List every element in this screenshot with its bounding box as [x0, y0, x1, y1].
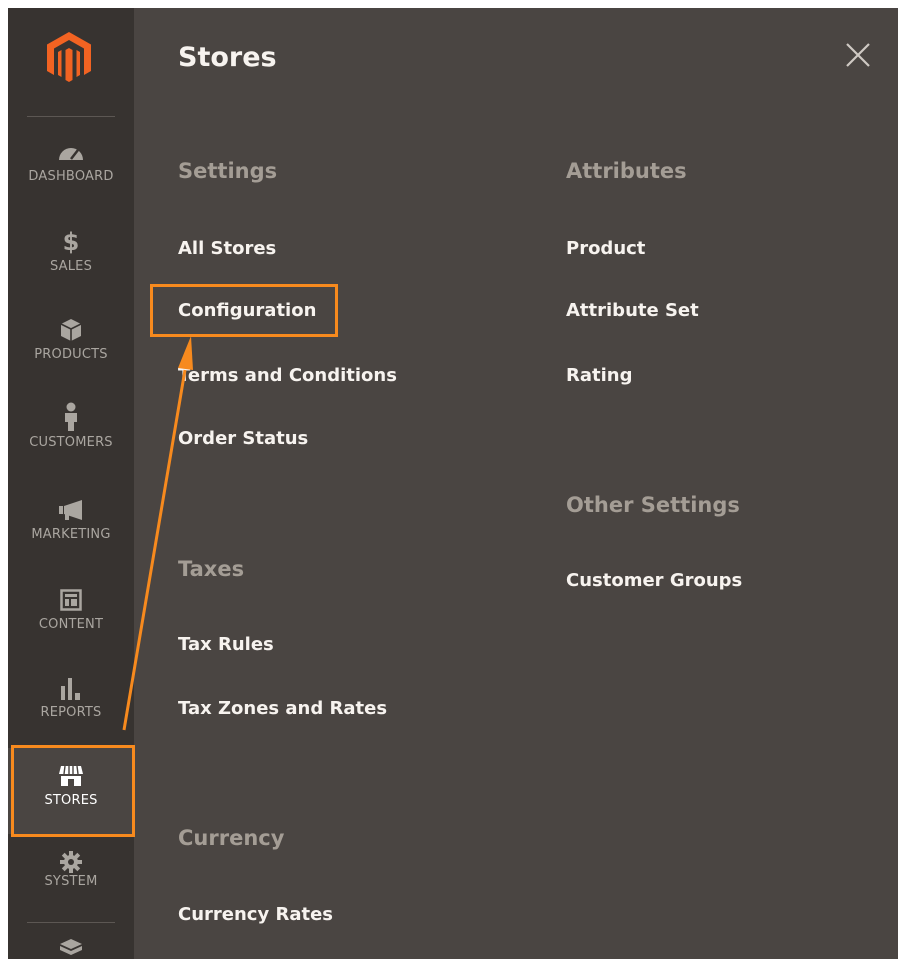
tax-zones-and-rates-link[interactable]: Tax Zones and Rates	[178, 698, 387, 719]
sidebar-item-label: CONTENT	[38, 617, 104, 632]
sidebar-item-label: CUSTOMERS	[29, 435, 113, 450]
megaphone-icon	[8, 498, 134, 522]
magento-logo-icon[interactable]	[44, 30, 94, 86]
sidebar-item-customers[interactable]: CUSTOMERS	[8, 390, 134, 476]
bar-chart-icon	[8, 676, 134, 700]
sidebar-item-dashboard[interactable]: DASHBOARD	[8, 124, 134, 210]
admin-sidebar: DASHBOARD $ SALES PRODUCTS CUSTOMERS MAR…	[8, 8, 135, 959]
taxes-heading: Taxes	[178, 557, 245, 581]
tax-rules-link[interactable]: Tax Rules	[178, 634, 274, 655]
sidebar-item-label: SALES	[49, 259, 93, 274]
currency-heading: Currency	[178, 826, 285, 850]
sidebar-divider	[27, 116, 115, 117]
layout-icon	[8, 588, 134, 612]
currency-rates-link[interactable]: Currency Rates	[178, 904, 333, 925]
sidebar-item-label: REPORTS	[40, 705, 102, 720]
gear-icon	[8, 850, 134, 874]
order-status-link[interactable]: Order Status	[178, 428, 308, 449]
attribute-set-link[interactable]: Attribute Set	[566, 300, 699, 321]
sidebar-divider	[27, 922, 115, 923]
stores-highlight-box	[11, 745, 135, 837]
other-settings-heading: Other Settings	[566, 493, 740, 517]
bricks-icon	[8, 936, 134, 959]
customer-groups-link[interactable]: Customer Groups	[566, 570, 742, 591]
sidebar-item-sales[interactable]: $ SALES	[8, 214, 134, 300]
panel-title: Stores	[178, 42, 277, 73]
dollar-icon: $	[62, 228, 80, 256]
settings-heading: Settings	[178, 159, 278, 183]
annotation-arrow	[122, 336, 193, 731]
admin-frame: DASHBOARD $ SALES PRODUCTS CUSTOMERS MAR…	[8, 8, 898, 959]
sidebar-item-system[interactable]: SYSTEM	[8, 840, 134, 926]
sidebar-item-label: DASHBOARD	[28, 169, 114, 184]
all-stores-link[interactable]: All Stores	[178, 238, 276, 259]
sidebar-item-label: PRODUCTS	[34, 347, 108, 362]
sidebar-item-label: MARKETING	[31, 527, 111, 542]
sidebar-item-extensions[interactable]	[8, 928, 134, 959]
sidebar-item-content[interactable]: CONTENT	[8, 572, 134, 658]
terms-and-conditions-link[interactable]: Terms and Conditions	[178, 365, 397, 386]
product-link[interactable]: Product	[566, 238, 645, 259]
dashboard-icon	[8, 140, 134, 164]
configuration-link[interactable]: Configuration	[178, 300, 316, 321]
person-icon	[8, 402, 134, 432]
attributes-heading: Attributes	[566, 159, 687, 183]
sidebar-item-products[interactable]: PRODUCTS	[8, 302, 134, 388]
sidebar-item-marketing[interactable]: MARKETING	[8, 482, 134, 568]
cube-icon	[8, 318, 134, 342]
close-icon[interactable]	[844, 41, 872, 69]
sidebar-item-label: SYSTEM	[44, 874, 98, 889]
rating-link[interactable]: Rating	[566, 365, 632, 386]
sidebar-item-reports[interactable]: REPORTS	[8, 660, 134, 746]
